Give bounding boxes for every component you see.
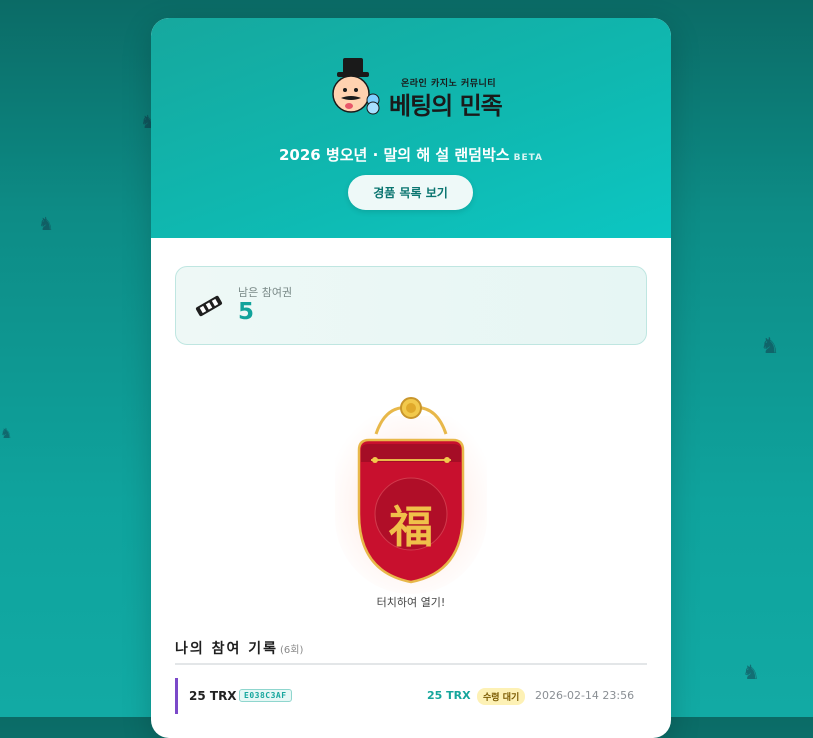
row-reward-amount: 25 TRX	[427, 689, 471, 702]
event-title-text: 2026 병오년 · 말의 해 설 랜덤박스	[278, 146, 510, 164]
tickets-label: 남은 참여권	[238, 286, 293, 299]
background-horse-icon: ♞	[0, 426, 13, 442]
history-title-text: 나의 참여 기록	[175, 641, 279, 657]
history-row: 25 TRX E038C3AF 25 TRX 수령 대기 2026-02-14 …	[175, 678, 647, 714]
beta-badge: BETA	[513, 153, 543, 163]
row-status-badge: 수령 대기	[477, 688, 526, 705]
random-box-card: 온라인 카지노 커뮤니티 베팅의 민족 2026 병오년 · 말의 해 설 랜덤…	[151, 18, 671, 738]
row-accent-bar	[175, 678, 178, 714]
history-count: (6회)	[280, 645, 304, 656]
row-code-badge: E038C3AF	[239, 689, 292, 702]
row-amount: 25 TRX	[189, 689, 237, 703]
history-title: 나의 참여 기록 (6회)	[175, 638, 303, 658]
remaining-tickets-panel: 남은 참여권 5	[175, 266, 647, 345]
background-horse-icon: ♞	[760, 334, 780, 359]
background-horse-icon: ♞	[742, 660, 760, 684]
history-divider	[175, 663, 647, 665]
lucky-bag-button[interactable]: 福	[331, 394, 491, 594]
card-header: 온라인 카지노 커뮤니티 베팅의 민족 2026 병오년 · 말의 해 설 랜덤…	[151, 18, 671, 238]
ticket-icon	[195, 295, 223, 317]
event-title: 2026 병오년 · 말의 해 설 랜덤박스 BETA	[151, 144, 671, 165]
logo-name: 베팅의 민족	[389, 92, 503, 120]
prize-list-button[interactable]: 경품 목록 보기	[348, 175, 473, 210]
tickets-count: 5	[238, 299, 255, 325]
mascot-logo-icon	[332, 58, 380, 115]
row-date: 2026-02-14 23:56	[535, 689, 635, 702]
site-logo[interactable]: 온라인 카지노 커뮤니티 베팅의 민족	[329, 56, 509, 120]
background-horse-icon: ♞	[38, 214, 55, 235]
fortune-character: 福	[389, 502, 433, 553]
tap-to-open-text: 터치하여 열기!	[376, 596, 446, 609]
